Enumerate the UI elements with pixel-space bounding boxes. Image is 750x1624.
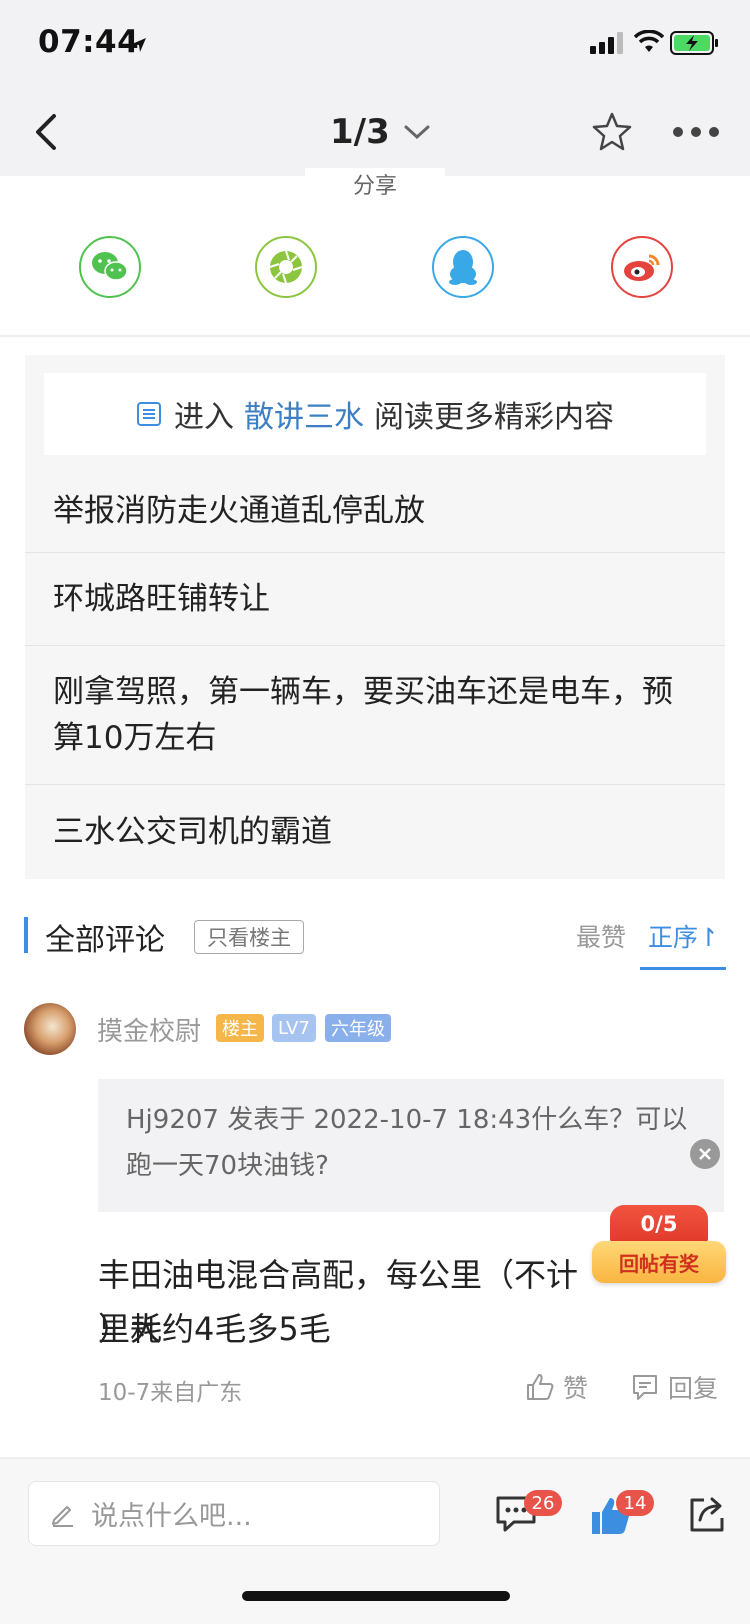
location-arrow-icon [132, 38, 146, 52]
comment-body-line: ）大约4毛多5毛 [98, 1310, 331, 1348]
related-post-item[interactable]: 三水公交司机的霸道 [25, 785, 725, 879]
weibo-icon [624, 254, 660, 281]
share-icon[interactable] [688, 1494, 728, 1534]
quoted-post: Hj9207 发表于 2022-10-7 18:43什么车？可以跑一天70块油钱… [98, 1079, 724, 1212]
comment-count-badge: 26 [524, 1490, 562, 1516]
username[interactable]: 摸金校尉 [97, 1011, 201, 1048]
qq-icon [449, 250, 477, 285]
comments-title: 全部评论 [45, 923, 165, 958]
home-indicator[interactable] [242, 1591, 510, 1601]
page-selector[interactable]: 1/3 [330, 110, 450, 154]
grade-badge: 六年级 [325, 1014, 391, 1042]
enter-suffix: 阅读更多精彩内容 [374, 400, 614, 435]
sort-top-tab[interactable]: 最赞 [576, 918, 626, 954]
section-accent-bar [24, 917, 28, 953]
like-comment-button[interactable]: 赞 [525, 1369, 588, 1405]
more-dots-icon [673, 127, 719, 137]
op-badge: 楼主 [216, 1014, 264, 1042]
share-qq-button[interactable] [432, 236, 494, 298]
reply-label: 回复 [668, 1374, 719, 1403]
close-icon [699, 1148, 711, 1160]
enter-prefix: 进入 [174, 400, 234, 435]
related-post-item[interactable]: 刚拿驾照，第一辆车，要买油车还是电车，预算10万左右 [25, 646, 725, 784]
enter-forum-banner[interactable]: 进入 散讲三水 阅读更多精彩内容 [44, 373, 706, 455]
divider [0, 335, 750, 337]
chevron-down-icon [404, 125, 430, 140]
back-button[interactable] [28, 110, 68, 154]
wechat-icon [92, 252, 128, 281]
reply-reward-progress[interactable]: 0/5 [610, 1205, 708, 1243]
star-icon [592, 112, 632, 151]
only-op-button[interactable]: 只看楼主 [194, 920, 304, 954]
share-label: 分享 [305, 168, 445, 200]
reply-reward-button[interactable]: 回帖有奖 [592, 1241, 726, 1283]
share-weibo-button[interactable] [611, 236, 673, 298]
share-wechat-button[interactable] [79, 236, 141, 298]
comment-input-placeholder: 说点什么吧... [91, 1501, 252, 1532]
forum-name-link[interactable]: 散讲三水 [244, 392, 364, 436]
active-tab-underline [640, 967, 726, 970]
reply-comment-button[interactable]: 回复 [630, 1369, 718, 1405]
page-indicator-text: 1/3 [330, 112, 390, 152]
close-reward-button[interactable] [690, 1139, 720, 1169]
comment-input[interactable]: 说点什么吧... [28, 1481, 440, 1546]
favorite-button[interactable] [590, 110, 634, 154]
share-moments-button[interactable] [255, 236, 317, 298]
status-time: 07:44 [38, 24, 140, 60]
avatar[interactable] [24, 1003, 76, 1055]
sort-order-tab[interactable]: 正序↾ [648, 918, 719, 954]
comment-text-visible: 丰田油电混合高配，每公里（不 [98, 1256, 547, 1294]
thumbs-up-icon [527, 1374, 554, 1400]
chevron-left-icon [36, 114, 56, 150]
wifi-icon [634, 30, 664, 52]
related-post-item[interactable]: 举报消防走火通道乱停乱放 [25, 470, 725, 552]
document-icon [137, 402, 161, 426]
related-post-item[interactable]: 环城路旺铺转让 [25, 553, 725, 645]
level-badge: LV7 [272, 1014, 316, 1042]
pencil-icon [52, 1505, 73, 1527]
like-count-badge: 14 [616, 1490, 654, 1516]
more-button[interactable] [672, 120, 720, 144]
comment-meta: 10-7来自广东 [98, 1380, 243, 1406]
battery-charging-icon [670, 31, 718, 55]
cellular-signal-icon [590, 32, 623, 54]
like-label: 赞 [563, 1374, 589, 1403]
moments-icon [269, 250, 303, 284]
comment-icon [633, 1375, 657, 1400]
